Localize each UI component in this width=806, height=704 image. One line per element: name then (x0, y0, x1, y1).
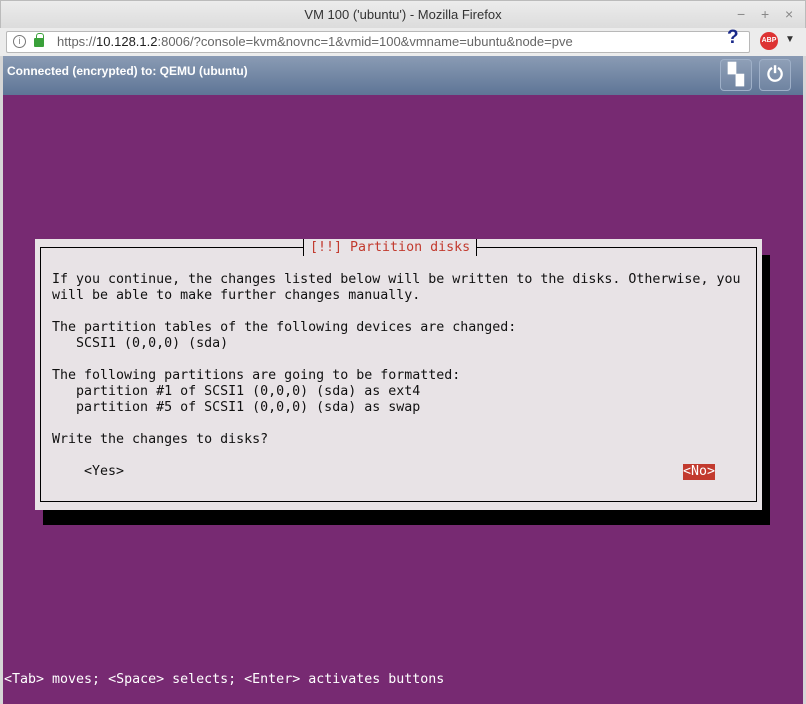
novnc-control-bar: Connected (encrypted) to: QEMU (ubuntu) … (3, 56, 803, 95)
dialog-message: If you continue, the changes listed belo… (52, 272, 741, 447)
info-icon[interactable]: i (13, 35, 26, 48)
connection-status: Connected (encrypted) to: QEMU (ubuntu) (7, 64, 248, 78)
url-rest: :8006/?console=kvm&novnc=1&vmid=100&vmna… (157, 34, 573, 49)
menu-dropdown-icon[interactable]: ▼ (785, 34, 795, 45)
no-button[interactable]: <No> (683, 464, 716, 480)
help-icon[interactable]: ? (727, 27, 739, 49)
power-icon[interactable]: ⏻ (759, 59, 791, 91)
dialog-title: [!!] Partition disks (303, 239, 478, 256)
window-titlebar: VM 100 ('ubuntu') - Mozilla Firefox − + … (0, 0, 806, 28)
yes-button[interactable]: <Yes> (84, 464, 124, 479)
close-button[interactable]: × (785, 1, 793, 28)
key-help-line: <Tab> moves; <Space> selects; <Enter> ac… (4, 672, 445, 687)
url-host: 10.128.1.2 (96, 34, 158, 49)
lock-icon[interactable] (34, 33, 44, 47)
adblock-icon[interactable]: ABP (760, 32, 778, 50)
url-prefix: https:// (57, 34, 97, 49)
vm-console-screen[interactable]: [!!] Partition disks If you continue, th… (3, 95, 803, 704)
window-title: VM 100 ('ubuntu') - Mozilla Firefox (304, 7, 502, 22)
maximize-button[interactable]: + (761, 1, 769, 28)
send-keys-icon[interactable]: ▚ (720, 59, 752, 91)
partition-dialog: [!!] Partition disks If you continue, th… (35, 239, 762, 510)
url-field[interactable]: i https://10.128.1.2:8006/?console=kvm&n… (6, 31, 750, 53)
navigation-bar: i https://10.128.1.2:8006/?console=kvm&n… (0, 27, 806, 56)
minimize-button[interactable]: − (737, 1, 745, 28)
